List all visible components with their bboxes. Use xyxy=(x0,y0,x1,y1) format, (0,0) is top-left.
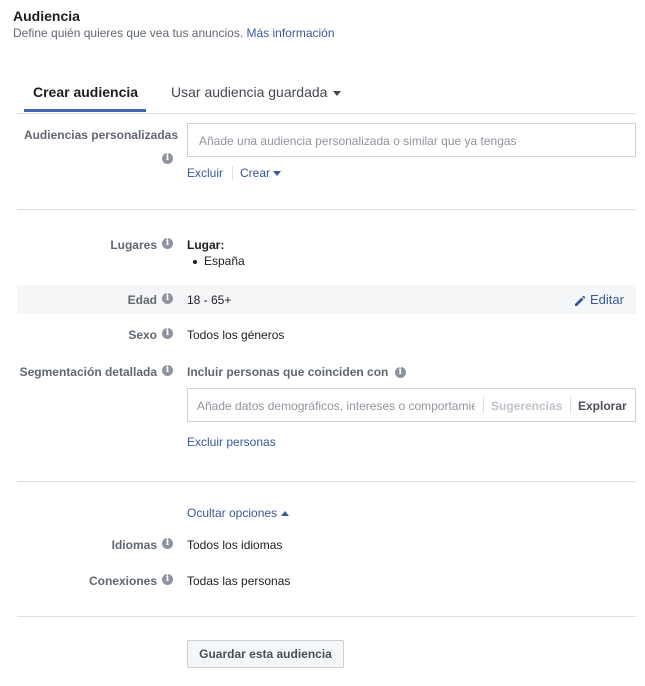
connections-label: Conexiones xyxy=(88,574,157,588)
section-divider xyxy=(17,209,636,210)
exclude-link[interactable]: Excluir xyxy=(187,166,223,180)
languages-label: Idiomas xyxy=(111,538,157,552)
section-subtitle: Define quién quieres que vea tus anuncio… xyxy=(13,26,335,40)
custom-audience-input[interactable]: Añade una audiencia personalizada o simi… xyxy=(187,123,636,157)
pencil-icon xyxy=(575,295,586,306)
field-separator xyxy=(570,397,571,413)
connections-value: Todas las personas xyxy=(187,574,291,588)
bullet-icon xyxy=(193,259,197,264)
info-icon[interactable]: i xyxy=(162,238,173,249)
section-divider xyxy=(17,616,636,617)
section-title: Audiencia xyxy=(13,8,80,24)
field-separator xyxy=(483,397,484,413)
include-people-text: Incluir personas que coinciden con i xyxy=(187,365,406,379)
info-icon[interactable]: i xyxy=(162,153,173,164)
tabs-divider xyxy=(17,113,636,114)
gender-value: Todos los géneros xyxy=(187,328,285,342)
gender-label: Sexo xyxy=(128,328,157,342)
age-label: Edad xyxy=(127,293,157,307)
detailed-targeting-label: Segmentación detallada xyxy=(19,365,157,379)
caret-down-icon xyxy=(273,171,282,177)
hide-options-link[interactable]: Ocultar opciones xyxy=(187,506,290,520)
create-dropdown[interactable]: Crear xyxy=(240,166,282,180)
save-audience-button[interactable]: Guardar esta audiencia xyxy=(187,640,344,668)
info-icon[interactable]: i xyxy=(162,328,173,339)
active-tab-indicator xyxy=(24,109,146,112)
info-icon[interactable]: i xyxy=(394,367,406,379)
info-icon[interactable]: i xyxy=(162,574,173,585)
tab-saved-audience-label: Usar audiencia guardada xyxy=(171,84,328,100)
link-separator xyxy=(232,166,233,180)
info-icon[interactable]: i xyxy=(162,365,173,376)
custom-audiences-label: Audiencias personalizadas xyxy=(23,128,178,142)
info-icon[interactable]: i xyxy=(162,538,173,549)
create-link-label: Crear xyxy=(240,166,271,180)
edit-age-button[interactable]: Editar xyxy=(574,292,624,307)
age-value: 18 - 65+ xyxy=(187,293,232,307)
more-info-link[interactable]: Más información xyxy=(247,26,335,40)
tab-saved-audience[interactable]: Usar audiencia guardada xyxy=(171,84,342,100)
section-divider xyxy=(17,481,636,482)
location-item-label: España xyxy=(204,254,245,268)
explore-button[interactable]: Explorar xyxy=(578,399,627,413)
include-people-label: Incluir personas que coinciden con xyxy=(187,365,389,379)
caret-up-icon xyxy=(281,511,290,517)
subtitle-text: Define quién quieres que vea tus anuncio… xyxy=(13,26,244,40)
suggestions-button[interactable]: Sugerencias xyxy=(491,399,562,413)
detailed-targeting-input[interactable]: Añade datos demográficos, intereses o co… xyxy=(187,388,636,422)
custom-audience-placeholder: Añade una audiencia personalizada o simi… xyxy=(199,134,517,148)
exclude-people-link[interactable]: Excluir personas xyxy=(187,435,276,449)
location-item: España xyxy=(193,254,245,268)
location-heading: Lugar: xyxy=(187,238,225,252)
edit-label: Editar xyxy=(590,292,624,307)
locations-label: Lugares xyxy=(110,238,157,252)
detailed-targeting-placeholder: Añade datos demográficos, intereses o co… xyxy=(197,399,475,413)
age-row xyxy=(17,285,636,314)
languages-value: Todos los idiomas xyxy=(187,538,283,552)
caret-down-icon xyxy=(333,90,342,96)
info-icon[interactable]: i xyxy=(162,293,173,304)
hide-options-label: Ocultar opciones xyxy=(187,506,278,520)
tab-create-audience[interactable]: Crear audiencia xyxy=(33,84,138,100)
